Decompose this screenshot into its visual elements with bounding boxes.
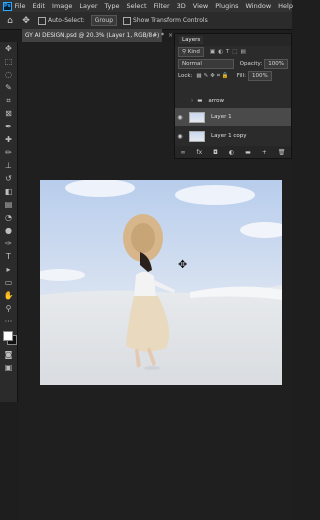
menu-select[interactable]: Select [126,2,146,10]
fill-input[interactable]: 100% [247,71,272,81]
healing-brush-icon[interactable]: ✚ [0,133,17,146]
document-photo[interactable] [40,180,282,385]
layer-thumbnail [189,111,205,123]
blur-icon[interactable]: ◔ [0,211,17,224]
foreground-color-swatch[interactable] [3,331,13,341]
opacity-input[interactable]: 100% [264,59,288,69]
tab-layers[interactable]: Layers [179,36,204,44]
move-tool-icon[interactable]: ✥ [20,15,32,27]
layer-row-layer-1-copy[interactable]: ◉ Layer 1 copy [175,127,291,145]
new-layer-icon[interactable]: + [262,149,267,156]
rectangle-icon[interactable]: ▭ [0,276,17,289]
more-tools-icon[interactable]: ··· [0,315,17,328]
gradient-icon[interactable]: ▤ [0,198,17,211]
mask-icon[interactable]: ◘ [213,149,218,156]
auto-select-label: Auto-Select: [48,17,85,24]
quick-select-icon[interactable]: ✎ [0,81,17,94]
eyedropper-icon[interactable]: ✒ [0,120,17,133]
filter-kind-value: Kind [187,49,200,55]
move-icon[interactable]: ✥ [0,42,17,55]
eye-icon[interactable]: ◉ [175,114,185,121]
menu-file[interactable]: File [15,2,26,10]
layer-thumbnail [189,130,205,142]
home-icon[interactable]: ⌂ [4,15,16,27]
marquee-icon[interactable]: ⬚ [0,55,17,68]
crop-icon[interactable]: ⌗ [0,94,17,107]
menu-layer[interactable]: Layer [79,2,97,10]
blend-row: Normal Opacity: 100% [175,58,291,70]
move-cursor: ✥ [178,258,188,271]
opacity-label: Opacity: [239,61,263,67]
layers-panel: Layers ⚲ Kind ▣◐T⬚▤ Normal Opacity: 100%… [174,33,292,159]
show-transform-label: Show Transform Controls [133,17,208,24]
menu-image[interactable]: Image [52,2,72,10]
menu-bar: Ps File Edit Image Layer Type Select Fil… [0,0,293,12]
menu-window[interactable]: Window [246,2,272,10]
type-icon[interactable]: T [0,250,17,263]
chevron-right-icon[interactable]: › [191,98,193,104]
color-swatches[interactable] [0,328,17,348]
group-select[interactable]: Group [90,15,118,26]
layers-panel-tabs: Layers [175,34,291,46]
menu-view[interactable]: View [193,2,208,10]
filter-row: ⚲ Kind ▣◐T⬚▤ [175,46,291,58]
fill-label: Fill: [236,73,246,79]
menu-filter[interactable]: Filter [154,2,170,10]
trash-icon[interactable]: 🗑 [278,149,286,156]
dodge-icon[interactable]: ● [0,224,17,237]
pen-icon[interactable]: ✑ [0,237,17,250]
path-select-icon[interactable]: ▸ [0,263,17,276]
lock-icons[interactable]: ▦✎✥⌗🔒 [196,73,230,80]
photoshop-logo[interactable]: Ps [3,1,12,11]
blend-mode-select[interactable]: Normal [178,59,234,69]
layers-footer: ∞ fx ◘ ◐ ▬ + 🗑 [175,146,291,158]
link-icon[interactable]: ∞ [181,149,186,156]
photo-image [40,180,282,385]
layer-row-layer-1[interactable]: ◉ Layer 1 [175,108,291,126]
hand-icon[interactable]: ✋ [0,289,17,302]
layer-row-arrow[interactable]: › ▬ arrow [175,95,291,107]
filter-kind-select[interactable]: ⚲ Kind [178,47,204,57]
zoom-icon[interactable]: ⚲ [0,302,17,315]
history-brush-icon[interactable]: ↺ [0,172,17,185]
filter-icons[interactable]: ▣◐T⬚▤ [210,49,249,55]
menu-type[interactable]: Type [105,2,120,10]
frame-icon[interactable]: ⊠ [0,107,17,120]
folder-icon: ▬ [197,98,203,104]
lock-label: Lock: [178,73,193,79]
brush-icon[interactable]: ✏ [0,146,17,159]
eye-icon[interactable]: ◉ [175,133,185,140]
close-icon[interactable]: × [168,33,173,39]
lasso-icon[interactable]: ◌ [0,68,17,81]
lock-row: Lock: ▦✎✥⌗🔒 Fill: 100% [175,70,291,82]
menu-plugins[interactable]: Plugins [215,2,238,10]
screen-mode-icon[interactable]: ▣ [0,361,17,374]
layer-name: Layer 1 copy [211,133,247,139]
menu-help[interactable]: Help [278,2,293,10]
menu-edit[interactable]: Edit [32,2,45,10]
menu-3d[interactable]: 3D [177,2,186,10]
eraser-icon[interactable]: ◧ [0,185,17,198]
fx-icon[interactable]: fx [197,149,203,156]
folder-icon[interactable]: ▬ [245,149,251,156]
layer-name: arrow [208,98,224,104]
options-bar: ⌂ ✥ Auto-Select: Group Show Transform Co… [0,12,292,30]
clone-stamp-icon[interactable]: ⊥ [0,159,17,172]
show-transform-checkbox[interactable] [123,16,132,25]
auto-select-checkbox[interactable] [38,16,46,25]
document-title: GY AI DESIGN.psd @ 20.3% (Layer 1, RGB/8… [25,32,165,39]
adjustment-icon[interactable]: ◐ [229,149,234,156]
tools-panel: ✥ ⬚ ◌ ✎ ⌗ ⊠ ✒ ✚ ✏ ⊥ ↺ ◧ ▤ ◔ ● ✑ T ▸ ▭ ✋ … [0,42,18,402]
quick-mask-icon[interactable]: ◙ [0,348,17,361]
document-tab[interactable]: GY AI DESIGN.psd @ 20.3% (Layer 1, RGB/8… [22,29,173,42]
layer-name: Layer 1 [211,114,232,120]
